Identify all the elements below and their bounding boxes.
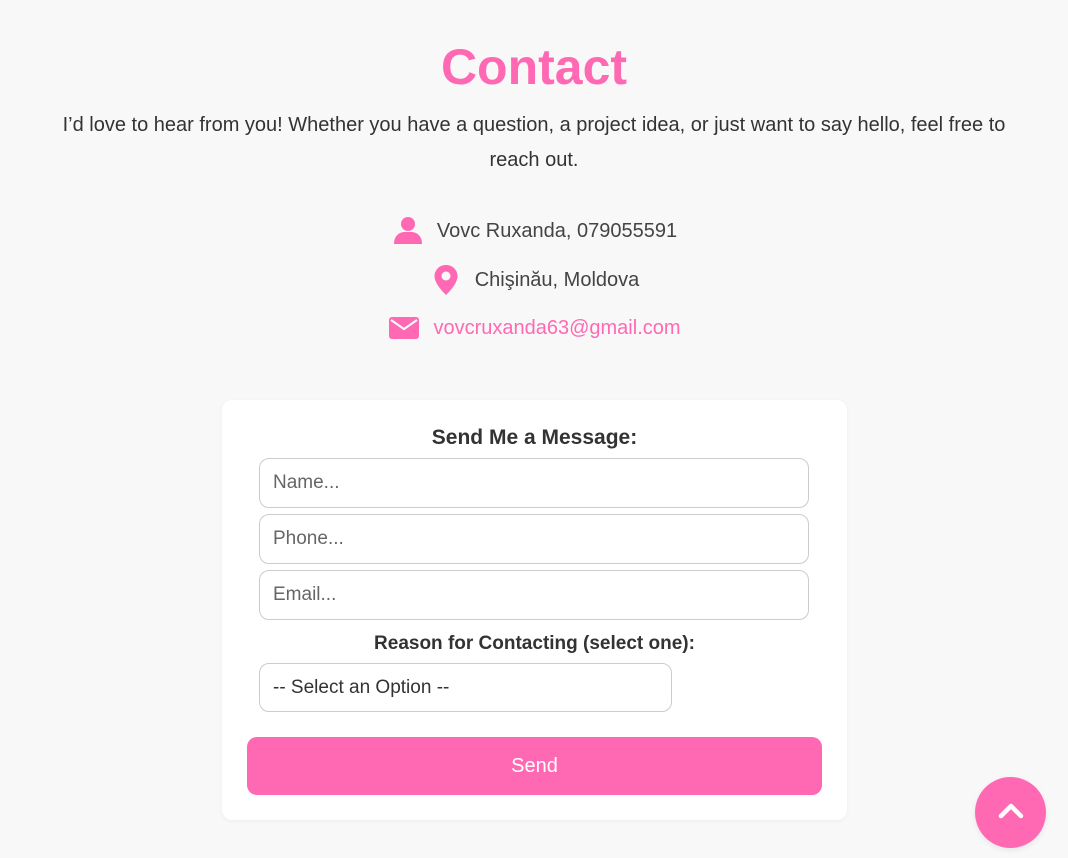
name-input[interactable]	[259, 458, 809, 508]
message-form-card: Send Me a Message: Reason for Contacting…	[222, 400, 847, 820]
intro-text: I’d love to hear from you! Whether you h…	[62, 114, 1006, 171]
contact-person-text: Vovc Ruxanda, 079055591	[436, 219, 678, 242]
reason-select-value: -- Select an Option --	[273, 676, 450, 698]
email-link[interactable]: vovcruxanda63@gmail.com	[433, 317, 680, 340]
location-pin-icon	[429, 263, 463, 297]
contact-email-row: vovcruxanda63@gmail.com	[0, 311, 1068, 345]
contact-location-row: Chişinău, Moldova	[0, 263, 1068, 297]
reason-label: Reason for Contacting (select one):	[374, 633, 695, 654]
scroll-to-top-button[interactable]	[975, 777, 1046, 848]
contact-person-row: Vovc Ruxanda, 079055591	[0, 214, 1068, 248]
form-title: Send Me a Message:	[431, 426, 638, 449]
contact-page: Contact I’d love to hear from you! Wheth…	[0, 0, 1068, 858]
envelope-icon	[387, 311, 421, 345]
page-title: Contact	[440, 39, 628, 95]
reason-select[interactable]: -- Select an Option --	[259, 663, 672, 712]
contact-location-text: Chişinău, Moldova	[474, 268, 640, 291]
send-button[interactable]: Send	[247, 737, 822, 795]
email-input[interactable]	[259, 570, 809, 620]
user-icon	[391, 214, 425, 248]
phone-input[interactable]	[259, 514, 809, 564]
chevron-up-icon	[998, 801, 1024, 824]
